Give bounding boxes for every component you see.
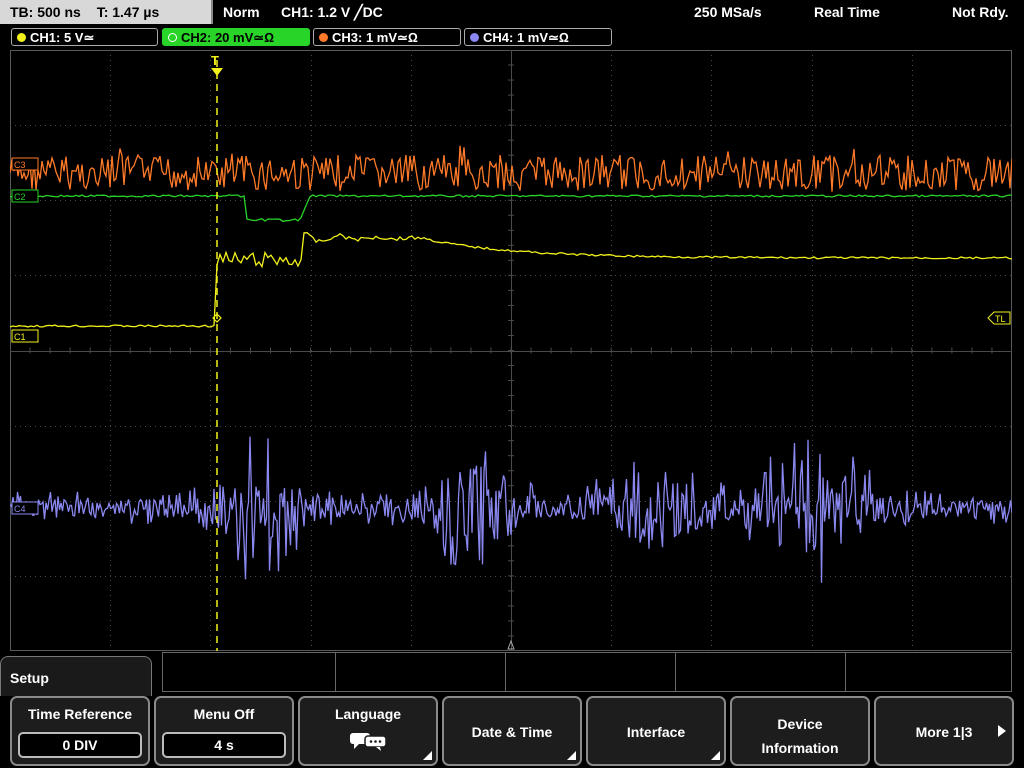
trigger-down-arrow-icon (211, 68, 223, 76)
trigger-state: Not Rdy. (952, 4, 1009, 20)
info-divider (335, 653, 336, 691)
waveform-display[interactable]: T C3 C2 C1 C4 TL (9, 49, 1013, 652)
menu-off-value: 4 s (162, 732, 286, 758)
device-information-button[interactable]: Device Information (730, 696, 870, 766)
ch1-color-dot (17, 33, 26, 42)
menu-title-tab[interactable]: Setup (0, 656, 152, 696)
submenu-corner-icon (423, 751, 432, 760)
ch3-label: CH3: 1 mV≃Ω (332, 30, 418, 45)
channel-bar: CH1: 5 V≃ CH2: 20 mV≃Ω CH3: 1 mV≃Ω CH4: … (0, 26, 1024, 48)
timebase-value: TB: 500 ns (10, 4, 81, 20)
time-reference-label: Time Reference (27, 706, 132, 722)
time-reference-button[interactable]: Time Reference 0 DIV (10, 696, 150, 766)
device-information-label: Device Information (732, 712, 868, 760)
ch2-label: CH2: 20 mV≃Ω (181, 30, 275, 45)
trigger-position-label: T (211, 53, 219, 68)
menu-off-button[interactable]: Menu Off 4 s (154, 696, 294, 766)
channel-tab-ch1[interactable]: CH1: 5 V≃ (11, 28, 158, 46)
date-time-label: Date & Time (471, 724, 553, 740)
info-strip (162, 652, 1012, 692)
timebase-readout[interactable]: TB: 500 ns T: 1.47 µs (0, 0, 213, 24)
ch2-marker-label: C2 (14, 192, 26, 202)
arrow-right-icon (998, 725, 1006, 737)
ch4-color-dot (470, 33, 479, 42)
info-divider (675, 653, 676, 691)
device-information-line1: Device (777, 716, 823, 732)
speech-bubbles-icon (350, 733, 387, 751)
submenu-corner-icon (711, 751, 720, 760)
language-button[interactable]: Language (298, 696, 438, 766)
info-divider (845, 653, 846, 691)
more-label: More 1|3 (915, 724, 973, 740)
trigger-mode[interactable]: Norm (223, 0, 260, 24)
info-divider (505, 653, 506, 691)
ch3-marker-label: C3 (14, 160, 26, 170)
status-bar: TB: 500 ns T: 1.47 µs Norm CH1: 1.2 V ╱D… (0, 0, 1024, 25)
trigger-level-label: TL (995, 314, 1006, 324)
submenu-corner-icon (567, 751, 576, 760)
sample-rate: 250 MSa/s (694, 4, 762, 20)
interface-button[interactable]: Interface (586, 696, 726, 766)
ch3-offset-marker[interactable]: C3 (11, 157, 39, 171)
waveform-canvas: T C3 C2 C1 C4 TL (9, 49, 1013, 652)
date-time-button[interactable]: Date & Time (442, 696, 582, 766)
ch4-marker-label: C4 (14, 504, 26, 514)
channel-tab-ch2[interactable]: CH2: 20 mV≃Ω (162, 28, 310, 46)
ch2-offset-marker[interactable]: C2 (11, 189, 39, 203)
trigger-level-marker[interactable]: TL (987, 311, 1011, 325)
acquisition-mode: Real Time (814, 4, 880, 20)
ch4-offset-marker[interactable]: C4 (11, 501, 39, 515)
language-label: Language (334, 706, 402, 722)
menu-off-label: Menu Off (193, 706, 255, 722)
graticule (9, 49, 1013, 652)
channel-tab-ch4[interactable]: CH4: 1 mV≃Ω (464, 28, 612, 46)
ch1-offset-marker[interactable]: C1 (11, 329, 39, 343)
device-information-line2: Information (761, 740, 839, 756)
trigger-source[interactable]: CH1: 1.2 V ╱DC (281, 0, 383, 24)
trigger-position-value: T: 1.47 µs (96, 4, 160, 20)
more-button[interactable]: More 1|3 (874, 696, 1014, 766)
menu-title: Setup (10, 670, 49, 686)
ch4-label: CH4: 1 mV≃Ω (483, 30, 569, 45)
channel-tab-ch3[interactable]: CH3: 1 mV≃Ω (313, 28, 461, 46)
ch2-color-dot (168, 33, 177, 42)
trigger-position-marker[interactable]: T (211, 53, 223, 76)
time-reference-value: 0 DIV (18, 732, 142, 758)
interface-label: Interface (626, 724, 686, 740)
ch3-color-dot (319, 33, 328, 42)
ch1-marker-label: C1 (14, 332, 26, 342)
ch1-label: CH1: 5 V≃ (30, 30, 95, 45)
